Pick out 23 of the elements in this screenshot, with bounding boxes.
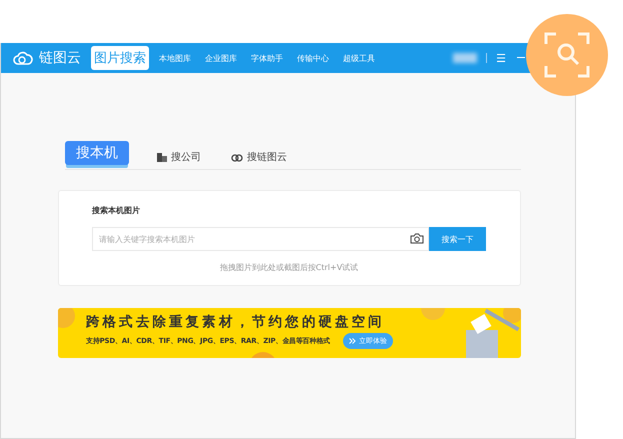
search-title: 搜索本机图片 [92,205,141,216]
cloud-logo-icon [13,51,33,65]
search-field[interactable]: 请输入关键字搜索本机图片 [92,227,429,251]
nav-tab[interactable]: 字体助手 [247,52,287,64]
minimize-icon[interactable] [517,57,525,59]
nav-tab[interactable]: 传输中心 [293,52,333,64]
search-button[interactable]: 搜索一下 [429,227,486,251]
search-tab[interactable]: 搜公司 [157,150,201,169]
building-icon [157,152,167,162]
banner-headline: 跨格式去除重复素材，节约您的硬盘空间 [86,313,386,331]
nav-tab[interactable]: 企业图库 [201,52,241,64]
nav-tab[interactable]: 本地图库 [155,52,195,64]
nav-tab[interactable]: 超级工具 [339,52,379,64]
menu-icon[interactable]: ☰ [496,52,506,64]
camera-icon[interactable] [410,233,424,244]
search-tab[interactable]: 搜本机 [65,141,129,165]
app-logo-text: 链图云 [39,49,81,67]
nav-tab[interactable]: 图片搜索 [91,46,149,70]
scan-search-icon [544,32,590,78]
drop-hint: 拖拽图片到此处或截图后按Ctrl+V试试 [218,262,360,273]
double-chevron-icon [348,338,356,344]
search-tab[interactable]: 搜链图云 [231,150,287,169]
blurred-username [453,53,478,63]
